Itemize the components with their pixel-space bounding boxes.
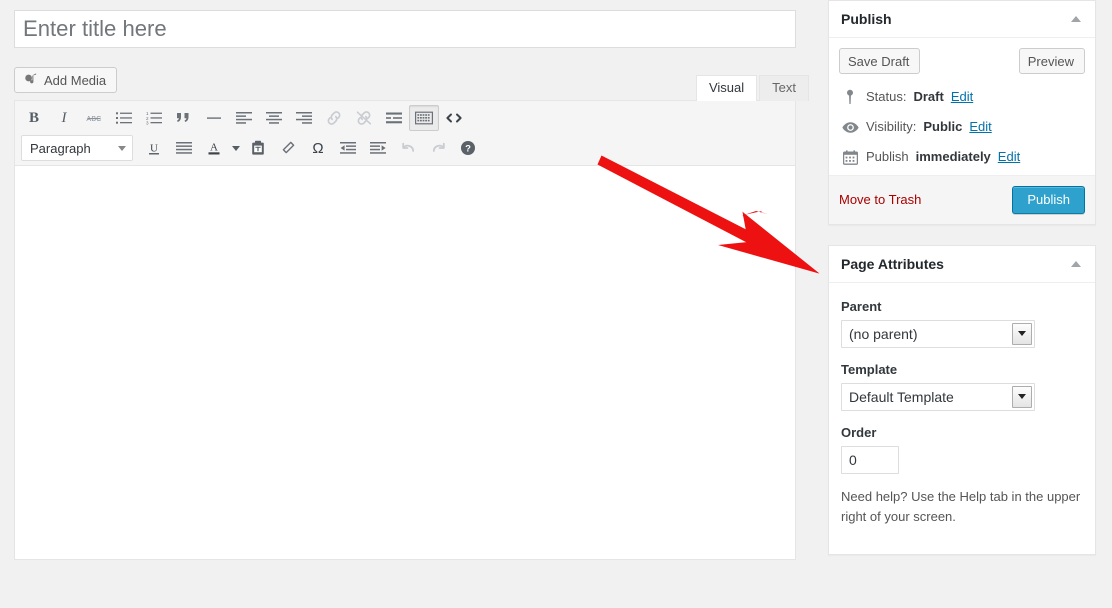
visibility-edit-link[interactable]: Edit [969, 118, 991, 136]
editor-column: Add Media Visual Text B I [0, 0, 810, 608]
svg-text:3: 3 [146, 120, 149, 125]
page-attributes-body: Parent (no parent) Template Default Temp… [829, 283, 1095, 554]
parent-label: Parent [841, 299, 1083, 314]
chevron-up-icon[interactable] [1065, 253, 1087, 275]
code-icon[interactable] [439, 105, 469, 131]
schedule-value: immediately [916, 148, 991, 166]
editor-mode-tabs: Visual Text [694, 75, 809, 101]
paragraph-format-select[interactable]: Paragraph [21, 135, 133, 161]
schedule-edit-link[interactable]: Edit [998, 148, 1020, 166]
visibility-row: Visibility: Public Edit [839, 112, 1085, 142]
tab-text[interactable]: Text [759, 75, 809, 101]
schedule-label: Publish [866, 148, 909, 166]
media-icon [23, 72, 39, 88]
svg-text:?: ? [465, 144, 471, 155]
remove-link-icon[interactable] [349, 105, 379, 131]
post-content-editor[interactable] [15, 166, 795, 559]
page-attributes-title: Page Attributes [841, 257, 944, 271]
publish-button-label: Publish [1027, 192, 1070, 207]
chevron-up-icon[interactable] [1065, 8, 1087, 30]
save-draft-button[interactable]: Save Draft [839, 48, 920, 74]
justify-icon[interactable] [169, 135, 199, 161]
svg-text:ABC: ABC [86, 116, 101, 123]
sidebar-column: Publish Save Draft Preview [828, 0, 1096, 575]
publish-panel-body: Save Draft Preview Status: Draft Edit [829, 38, 1095, 175]
status-label: Status: [866, 88, 906, 106]
increase-indent-icon[interactable] [363, 135, 393, 161]
publish-panel-title: Publish [841, 12, 892, 26]
align-left-icon[interactable] [229, 105, 259, 131]
template-select[interactable]: Default Template [841, 383, 1035, 411]
publish-actions-row: Save Draft Preview [839, 48, 1085, 74]
order-input[interactable] [841, 446, 899, 474]
align-right-icon[interactable] [289, 105, 319, 131]
strikethrough-icon[interactable]: ABC [79, 105, 109, 131]
page-attributes-help-text: Need help? Use the Help tab in the upper… [841, 487, 1083, 527]
status-value: Draft [913, 88, 943, 106]
text-color-icon[interactable]: A [199, 135, 229, 161]
undo-icon[interactable] [393, 135, 423, 161]
calendar-icon [841, 148, 859, 166]
insert-link-icon[interactable] [319, 105, 349, 131]
order-label: Order [841, 425, 1083, 440]
toolbar-toggle-icon[interactable] [409, 105, 439, 131]
add-media-label: Add Media [44, 74, 106, 87]
underline-icon[interactable]: U [139, 135, 169, 161]
add-media-button[interactable]: Add Media [14, 67, 117, 93]
special-character-icon[interactable]: Ω [303, 135, 333, 161]
blockquote-icon[interactable] [169, 105, 199, 131]
toolbar-row-1: B I ABC [19, 103, 793, 133]
insert-read-more-icon[interactable] [379, 105, 409, 131]
visibility-value: Public [923, 118, 962, 136]
svg-text:A: A [210, 142, 218, 154]
parent-select[interactable]: (no parent) [841, 320, 1035, 348]
align-center-icon[interactable] [259, 105, 289, 131]
keyboard-shortcuts-icon[interactable]: ? [453, 135, 483, 161]
chevron-down-icon [1012, 386, 1032, 408]
clear-formatting-icon[interactable] [273, 135, 303, 161]
editor-box: Visual Text B I ABC [14, 100, 796, 560]
italic-icon[interactable]: I [49, 105, 79, 131]
chevron-down-icon [1012, 323, 1032, 345]
publish-panel-header: Publish [829, 1, 1095, 38]
tab-visual[interactable]: Visual [696, 75, 757, 101]
page-attributes-header: Page Attributes [829, 246, 1095, 283]
toolbar-row-2: Paragraph U [19, 133, 793, 163]
decrease-indent-icon[interactable] [333, 135, 363, 161]
wordpress-page-editor: Add Media Visual Text B I [0, 0, 1112, 608]
title-field-wrapper [0, 0, 810, 48]
media-buttons-bar: Add Media [0, 48, 810, 100]
redo-icon[interactable] [423, 135, 453, 161]
parent-select-value: (no parent) [849, 326, 917, 342]
eye-icon [841, 118, 859, 136]
post-title-input[interactable] [14, 10, 796, 48]
paste-as-text-icon[interactable] [243, 135, 273, 161]
preview-button[interactable]: Preview [1019, 48, 1085, 74]
template-select-value: Default Template [849, 389, 954, 405]
status-edit-link[interactable]: Edit [951, 88, 973, 106]
text-color-dropdown-icon[interactable] [229, 135, 243, 161]
save-draft-label: Save Draft [848, 55, 909, 68]
bold-icon[interactable]: B [19, 105, 49, 131]
publish-button[interactable]: Publish [1012, 186, 1085, 214]
editor-toolbar: B I ABC [15, 101, 795, 166]
horizontal-rule-icon[interactable] [199, 105, 229, 131]
page-attributes-panel: Page Attributes Parent (no parent) Templ… [828, 245, 1096, 555]
publish-panel-footer: Move to Trash Publish [829, 175, 1095, 224]
paragraph-format-value: Paragraph [30, 141, 91, 156]
visibility-label: Visibility: [866, 118, 916, 136]
template-label: Template [841, 362, 1083, 377]
move-to-trash-link[interactable]: Move to Trash [839, 192, 921, 207]
publish-panel: Publish Save Draft Preview [828, 0, 1096, 225]
preview-label: Preview [1028, 55, 1074, 68]
bulleted-list-icon[interactable] [109, 105, 139, 131]
status-row: Status: Draft Edit [839, 82, 1085, 112]
svg-text:U: U [150, 142, 158, 154]
schedule-row: Publish immediately Edit [839, 142, 1085, 172]
chevron-down-icon [118, 146, 126, 151]
pin-icon [841, 88, 859, 106]
numbered-list-icon[interactable]: 1 2 3 [139, 105, 169, 131]
